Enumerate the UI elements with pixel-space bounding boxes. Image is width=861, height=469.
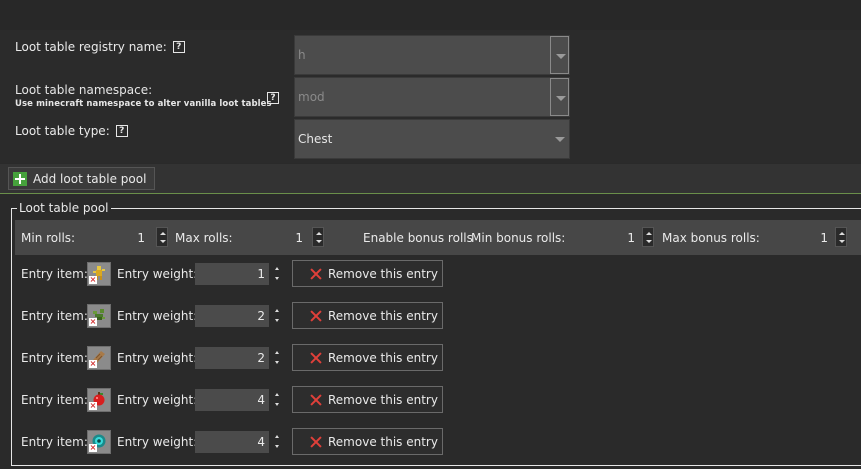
registry-name-text: Loot table registry name: — [15, 40, 167, 54]
entry-item-slot[interactable]: × — [87, 262, 111, 286]
namespace-hint: Use minecraft namespace to alter vanilla… — [15, 99, 272, 109]
remove-entry-label: Remove this entry — [328, 434, 438, 449]
entry-weight-spinner[interactable] — [273, 431, 283, 453]
min-rolls-value[interactable]: 1 — [115, 220, 145, 255]
type-value: Chest — [298, 132, 333, 146]
entry-weight-label: Entry weight: — [117, 351, 198, 365]
max-bonus-rolls-label: Max bonus rolls: — [662, 230, 760, 245]
list-item: Entry item: × Entry weight: 4 Remove thi… — [15, 426, 861, 468]
close-icon — [310, 310, 322, 322]
list-item: Entry item: × Entry weight: 4 Remove thi… — [15, 384, 861, 426]
pool-toolbar: Add loot table pool — [0, 164, 861, 194]
registry-name-value: h — [298, 48, 306, 62]
namespace-title: Loot table namespace: — [15, 83, 153, 97]
help-icon[interactable]: ? — [172, 41, 185, 53]
remove-entry-button[interactable]: Remove this entry — [292, 386, 443, 413]
top-strip — [0, 0, 861, 30]
missing-mark-icon: × — [89, 443, 97, 452]
max-rolls-value[interactable]: 1 — [273, 220, 303, 255]
entry-item-label: Entry item: — [21, 435, 88, 449]
entry-weight-label: Entry weight: — [117, 309, 198, 323]
entry-item-label: Entry item: — [21, 309, 88, 323]
entry-weight-input[interactable]: 4 — [195, 431, 269, 453]
registry-name-combo[interactable]: h — [294, 35, 570, 75]
help-icon[interactable]: ? — [115, 125, 128, 137]
remove-entry-label: Remove this entry — [328, 266, 438, 281]
max-rolls-label: Max rolls: — [175, 230, 233, 245]
list-item: Entry item: × Entry weight: 2 Remove thi… — [15, 342, 861, 384]
pool-title: Loot table pool — [17, 201, 111, 215]
remove-entry-button[interactable]: Remove this entry — [292, 260, 443, 287]
chevron-down-icon[interactable] — [550, 78, 569, 116]
missing-mark-icon: × — [89, 401, 97, 410]
min-rolls-label: Min rolls: — [21, 230, 76, 245]
min-bonus-rolls-label: Min bonus rolls: — [471, 230, 566, 245]
rolls-row: Min rolls: 1 Max rolls: 1 Enable bonus r… — [15, 220, 861, 255]
entry-weight-label: Entry weight: — [117, 435, 198, 449]
min-bonus-rolls-value[interactable]: 1 — [605, 220, 635, 255]
max-bonus-rolls-spinner[interactable] — [835, 227, 847, 247]
entry-weight-label: Entry weight: — [117, 267, 198, 281]
entry-item-slot[interactable]: × — [87, 430, 111, 454]
help-icon[interactable]: ? — [267, 92, 279, 104]
namespace-combo[interactable]: mod — [294, 77, 570, 117]
missing-mark-icon: × — [89, 359, 97, 368]
close-icon — [310, 394, 322, 406]
entry-item-slot[interactable]: × — [87, 388, 111, 412]
plus-icon — [13, 171, 27, 186]
entry-weight-spinner[interactable] — [273, 347, 283, 369]
remove-entry-label: Remove this entry — [328, 350, 438, 365]
missing-mark-icon: × — [89, 275, 97, 284]
type-combo[interactable]: Chest — [294, 119, 570, 159]
type-label: Loot table type: ? — [15, 124, 128, 138]
remove-entry-button[interactable]: Remove this entry — [292, 344, 443, 371]
add-pool-label: Add loot table pool — [33, 171, 147, 186]
entry-weight-input[interactable]: 1 — [195, 263, 269, 285]
entry-weight-spinner[interactable] — [273, 263, 283, 285]
enable-bonus-rolls-toggle[interactable]: Enable bonus rolls — [363, 220, 473, 255]
namespace-label: Loot table namespace: Use minecraft name… — [15, 83, 272, 109]
entry-item-slot[interactable]: × — [87, 304, 111, 328]
remove-entry-button[interactable]: Remove this entry — [292, 302, 443, 329]
missing-mark-icon: × — [89, 317, 97, 326]
entry-weight-spinner[interactable] — [273, 305, 283, 327]
max-rolls-spinner[interactable] — [312, 227, 324, 247]
remove-entry-button[interactable]: Remove this entry — [292, 428, 443, 455]
max-bonus-rolls-value[interactable]: 1 — [798, 220, 828, 255]
entry-weight-input[interactable]: 4 — [195, 389, 269, 411]
namespace-value: mod — [298, 90, 325, 104]
chevron-down-icon[interactable] — [550, 120, 569, 158]
close-icon — [310, 268, 322, 280]
chevron-down-icon[interactable] — [550, 36, 569, 74]
list-item: Entry item: × Entry weight: 1 Remove thi… — [15, 258, 861, 300]
entry-weight-spinner[interactable] — [273, 389, 283, 411]
list-item: Entry item: × Entry weight: 2 Remove thi… — [15, 300, 861, 342]
entry-item-slot[interactable]: × — [87, 346, 111, 370]
entry-weight-label: Entry weight: — [117, 393, 198, 407]
entry-item-label: Entry item: — [21, 267, 88, 281]
entry-item-label: Entry item: — [21, 393, 88, 407]
entry-weight-input[interactable]: 2 — [195, 347, 269, 369]
close-icon — [310, 436, 322, 448]
min-bonus-rolls-spinner[interactable] — [642, 227, 654, 247]
type-text: Loot table type: — [15, 124, 110, 138]
entry-item-label: Entry item: — [21, 351, 88, 365]
min-rolls-spinner[interactable] — [156, 227, 168, 247]
remove-entry-label: Remove this entry — [328, 308, 438, 323]
close-icon — [310, 352, 322, 364]
add-pool-button[interactable]: Add loot table pool — [8, 167, 156, 190]
entry-weight-input[interactable]: 2 — [195, 305, 269, 327]
remove-entry-label: Remove this entry — [328, 392, 438, 407]
registry-name-label: Loot table registry name: ? — [15, 40, 185, 54]
